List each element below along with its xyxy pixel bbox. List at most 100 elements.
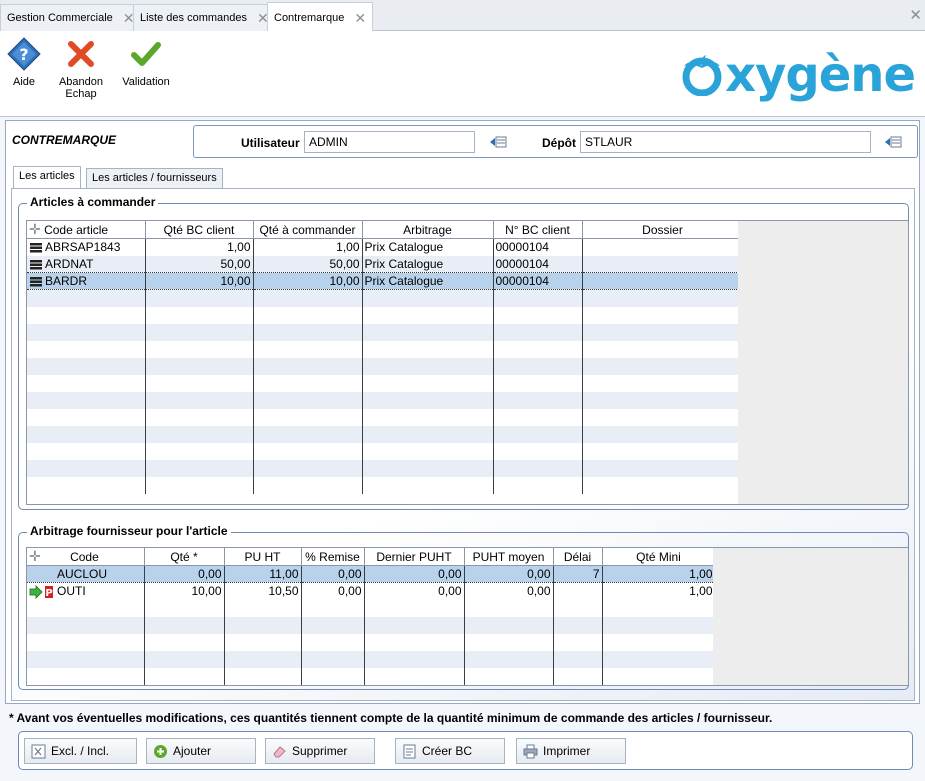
tab-contremarque[interactable]: Contremarque ✕ <box>267 2 374 32</box>
cell-qte[interactable]: 0,00 <box>144 565 225 583</box>
cell-remise[interactable] <box>301 599 365 617</box>
cell-qte[interactable] <box>144 616 225 634</box>
cell-code[interactable]: ARDNAT <box>27 255 146 273</box>
cell-qte-cmd[interactable]: 50,00 <box>253 255 363 273</box>
cell-dossier[interactable] <box>582 425 744 443</box>
cell-delai[interactable] <box>553 582 603 600</box>
cell-qte-cmd[interactable] <box>253 340 363 358</box>
cell-qte-bc[interactable] <box>145 476 254 494</box>
cell-arbitrage[interactable] <box>362 442 494 460</box>
column-header-qte-bc-client[interactable]: Qté BC client <box>145 221 254 239</box>
table-row[interactable] <box>27 616 716 634</box>
cell-code[interactable] <box>27 667 145 685</box>
cell-qte[interactable] <box>144 667 225 685</box>
cell-bc[interactable] <box>493 340 583 358</box>
print-button[interactable]: Imprimer <box>516 738 626 764</box>
cell-puht[interactable] <box>224 667 302 685</box>
cell-mini[interactable] <box>602 599 716 617</box>
cell-arbitrage[interactable]: Prix Catalogue <box>362 238 494 256</box>
cell-mini[interactable] <box>602 616 716 634</box>
cell-qte-cmd[interactable] <box>253 425 363 443</box>
cell-arbitrage[interactable] <box>362 357 494 375</box>
cell-remise[interactable] <box>301 667 365 685</box>
cell-code[interactable] <box>27 306 146 324</box>
cell-dernier[interactable] <box>364 599 465 617</box>
cell-delai[interactable] <box>553 667 603 685</box>
column-header-puht-moyen[interactable]: PUHT moyen <box>464 548 554 566</box>
cell-moyen[interactable]: 0,00 <box>464 582 554 600</box>
cell-qte-cmd[interactable] <box>253 374 363 392</box>
cell-arbitrage[interactable] <box>362 425 494 443</box>
cell-arbitrage[interactable] <box>362 391 494 409</box>
cell-dossier[interactable] <box>582 238 744 256</box>
cell-mini[interactable] <box>602 633 716 651</box>
cell-code[interactable] <box>27 459 146 477</box>
column-header-qte-mini[interactable]: Qté Mini <box>602 548 716 566</box>
table-row[interactable] <box>27 599 716 617</box>
cell-qte[interactable] <box>144 650 225 668</box>
tab-les-articles-fournisseurs[interactable]: Les articles / fournisseurs <box>86 168 223 189</box>
column-header-dernier-puht[interactable]: Dernier PUHT <box>364 548 465 566</box>
cell-qte-cmd[interactable] <box>253 306 363 324</box>
column-header-pu-ht[interactable]: PU HT <box>224 548 302 566</box>
cell-moyen[interactable] <box>464 616 554 634</box>
cell-dossier[interactable] <box>582 340 744 358</box>
cell-bc[interactable] <box>493 289 583 307</box>
cell-code[interactable]: ABRSAP1843 <box>27 238 146 256</box>
cell-qte-cmd[interactable] <box>253 459 363 477</box>
cell-qte-bc[interactable] <box>145 289 254 307</box>
cell-qte[interactable] <box>144 599 225 617</box>
cell-qte-bc[interactable] <box>145 323 254 341</box>
cell-dossier[interactable] <box>582 476 744 494</box>
table-row[interactable] <box>27 459 744 477</box>
cell-qte[interactable]: 10,00 <box>144 582 225 600</box>
cell-moyen[interactable] <box>464 599 554 617</box>
cell-qte-bc[interactable] <box>145 357 254 375</box>
cell-moyen[interactable]: 0,00 <box>464 565 554 583</box>
cell-qte-bc[interactable]: 1,00 <box>145 238 254 256</box>
cell-arbitrage[interactable] <box>362 323 494 341</box>
abandon-button[interactable]: Abandon Echap <box>51 37 111 100</box>
add-column-icon[interactable]: ✛ <box>29 221 41 237</box>
cell-qte-bc[interactable]: 50,00 <box>145 255 254 273</box>
cell-qte-cmd[interactable]: 1,00 <box>253 238 363 256</box>
validation-button[interactable]: Validation <box>116 37 176 88</box>
cell-qte-bc[interactable]: 10,00 <box>145 272 254 290</box>
cell-qte-cmd[interactable] <box>253 476 363 494</box>
cell-dernier[interactable] <box>364 667 465 685</box>
cell-bc[interactable] <box>493 391 583 409</box>
cell-bc[interactable] <box>493 306 583 324</box>
cell-qte-bc[interactable] <box>145 306 254 324</box>
column-header-arbitrage[interactable]: Arbitrage <box>362 221 494 239</box>
help-button[interactable]: ? Aide <box>0 37 54 88</box>
cell-dossier[interactable] <box>582 323 744 341</box>
cell-dossier[interactable] <box>582 374 744 392</box>
column-header-remise[interactable]: % Remise <box>301 548 365 566</box>
cell-qte-cmd[interactable] <box>253 391 363 409</box>
cell-bc[interactable] <box>493 357 583 375</box>
user-field[interactable] <box>304 131 475 153</box>
cell-arbitrage[interactable] <box>362 306 494 324</box>
tab-gestion-commerciale[interactable]: Gestion Commerciale ✕ <box>0 4 142 31</box>
cell-qte-bc[interactable] <box>145 425 254 443</box>
cell-delai[interactable] <box>553 616 603 634</box>
table-row[interactable]: P OUTI 10,00 10,50 0,00 0,00 0,00 1,00 <box>27 582 716 600</box>
cell-dernier[interactable] <box>364 616 465 634</box>
cell-code[interactable] <box>27 442 146 460</box>
cell-code[interactable] <box>27 599 145 617</box>
column-header-code-article[interactable]: ✛ Code article <box>27 221 146 239</box>
table-row[interactable] <box>27 667 716 685</box>
add-column-icon[interactable]: ✛ <box>29 548 41 564</box>
table-row[interactable] <box>27 323 744 341</box>
cell-arbitrage[interactable]: Prix Catalogue <box>362 255 494 273</box>
table-row[interactable]: ARDNAT 50,00 50,00 Prix Catalogue 00000104 <box>27 255 744 273</box>
cell-dossier[interactable] <box>582 391 744 409</box>
cell-dossier[interactable] <box>582 442 744 460</box>
window-close-icon[interactable]: ✕ <box>909 6 922 24</box>
cell-dernier[interactable]: 0,00 <box>364 565 465 583</box>
cell-moyen[interactable] <box>464 633 554 651</box>
cell-puht[interactable]: 11,00 <box>224 565 302 583</box>
cell-bc[interactable]: 00000104 <box>493 238 583 256</box>
cell-mini[interactable]: 1,00 <box>602 582 716 600</box>
table-row[interactable]: AUCLOU 0,00 11,00 0,00 0,00 0,00 7 1,00 <box>27 565 716 583</box>
